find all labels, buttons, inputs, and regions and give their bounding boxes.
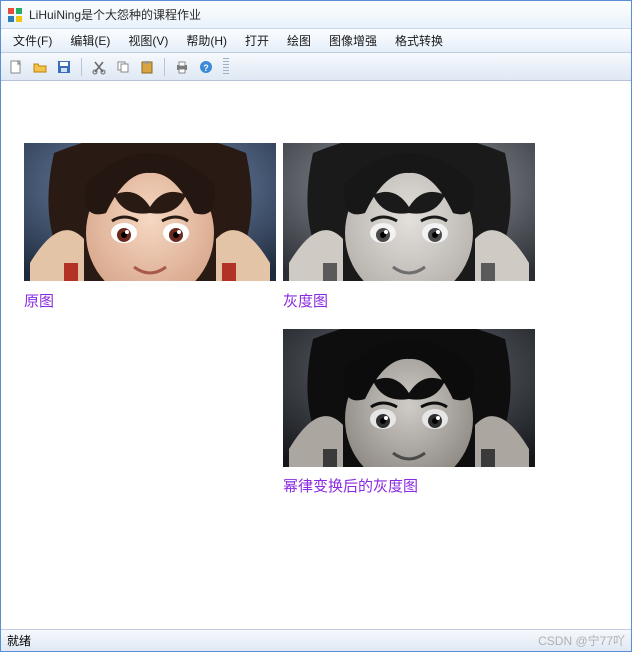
statusbar: 就绪 CSDN @宁77吖 [1,629,631,651]
status-ready: 就绪 [7,632,31,649]
save-icon[interactable] [53,56,75,78]
menu-open[interactable]: 打开 [237,30,277,51]
menu-enhance[interactable]: 图像增强 [321,30,385,51]
print-icon[interactable] [171,56,193,78]
menu-file[interactable]: 文件(F) [5,30,60,51]
original-image [24,143,276,281]
paste-icon[interactable] [136,56,158,78]
menubar: 文件(F) 编辑(E) 视图(V) 帮助(H) 打开 绘图 图像增强 格式转换 [1,29,631,53]
toolbar-separator [164,58,165,76]
power-law-label: 幂律变换后的灰度图 [283,475,418,496]
titlebar: LiHuiNing是个大怨种的课程作业 [1,1,631,29]
original-label: 原图 [24,290,54,311]
menu-format[interactable]: 格式转换 [387,30,451,51]
help-icon[interactable]: ? [195,56,217,78]
menu-view[interactable]: 视图(V) [120,30,176,51]
grayscale-label: 灰度图 [283,290,328,311]
menu-help[interactable]: 帮助(H) [178,30,235,51]
menu-draw[interactable]: 绘图 [279,30,319,51]
cut-icon[interactable] [88,56,110,78]
window-title: LiHuiNing是个大怨种的课程作业 [29,6,201,23]
toolbar-grip[interactable] [223,58,229,76]
new-file-icon[interactable] [5,56,27,78]
workarea: 原图 [1,81,631,629]
open-folder-icon[interactable] [29,56,51,78]
menu-edit[interactable]: 编辑(E) [62,30,118,51]
toolbar-separator [81,58,82,76]
grayscale-image [283,143,535,281]
toolbar: ? [1,53,631,81]
copy-icon[interactable] [112,56,134,78]
watermark: CSDN @宁77吖 [538,632,625,649]
svg-text:?: ? [203,63,209,73]
app-icon [7,7,23,23]
power-law-image [283,329,535,467]
